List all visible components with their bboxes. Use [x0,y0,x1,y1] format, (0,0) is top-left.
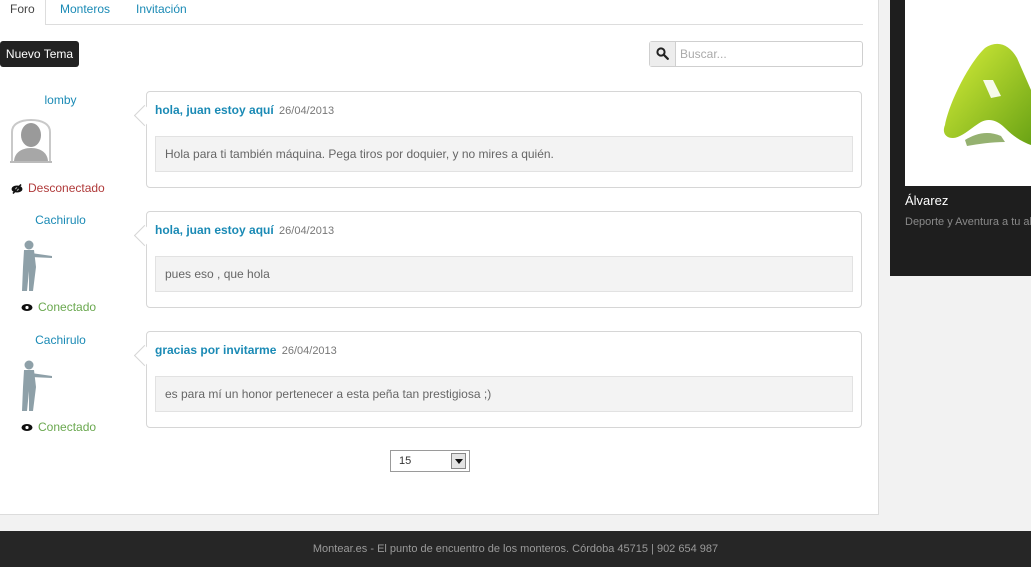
sponsor-title[interactable]: Álvarez [905,193,948,208]
per-page-value: 15 [399,455,412,467]
search-button[interactable] [650,42,676,66]
footer: Montear.es - El punto de encuentro de lo… [0,531,1031,567]
post-title[interactable]: gracias por invitarme 26/04/2013 [155,343,337,357]
search-icon [656,47,669,60]
sponsor-subtitle: Deporte y Aventura a tu al [905,216,1031,228]
post-date: 26/04/2013 [279,105,335,117]
status-indicator: Conectado [21,420,96,434]
post-bubble: gracias por invitarme 26/04/2013 es para… [133,331,862,428]
post-title-text[interactable]: hola, juan estoy aquí [155,223,274,237]
post-title[interactable]: hola, juan estoy aquí 26/04/2013 [155,103,334,117]
new-topic-button[interactable]: Nuevo Tema [0,41,79,67]
status-indicator: Conectado [21,300,96,314]
forum-post: Cachirulo Conectado gracias por invitarm… [0,331,870,441]
post-body: Hola para ti también máquina. Pega tiros… [155,136,853,172]
search-input[interactable] [676,42,860,66]
status-indicator: Desconectado [11,181,105,195]
forum-post: Cachirulo Conectado hola, juan estoy aqu… [0,211,870,321]
status-text: Conectado [38,300,97,314]
author-name[interactable]: Cachirulo [0,213,121,227]
eye-icon [21,304,33,312]
post-bubble: hola, juan estoy aquí 26/04/2013 Hola pa… [133,91,862,188]
footer-text: Montear.es - El punto de encuentro de lo… [312,543,719,555]
post-body: es para mí un honor pertenecer a esta pe… [155,376,853,412]
hunter-silhouette [22,240,52,291]
post-title[interactable]: hola, juan estoy aquí 26/04/2013 [155,223,334,237]
eye-icon [21,424,33,432]
search-box [649,41,863,67]
post-body: pues eso , que hola [155,256,853,292]
tab-monteros[interactable]: Monteros [60,0,110,24]
hunter-silhouette [22,360,52,411]
post-title-text[interactable]: hola, juan estoy aquí [155,103,274,117]
tab-bar: Foro Monteros Invitación [0,0,863,25]
select-arrow[interactable] [451,453,466,469]
sponsor-panel: Álvarez Deporte y Aventura a tu al [890,0,1031,276]
post-date: 26/04/2013 [281,345,337,357]
author-name[interactable]: lomby [0,93,121,107]
tab-foro[interactable]: Foro [0,0,46,25]
chevron-down-icon [455,459,463,464]
eye-slash-icon [11,183,23,194]
forum-panel: Foro Monteros Invitación Nuevo Tema lomb… [0,0,879,515]
bubble-arrow [133,224,156,247]
green-a-logo [943,43,1031,146]
bubble-arrow [133,104,156,127]
post-bubble: hola, juan estoy aquí 26/04/2013 pues es… [133,211,862,308]
post-date: 26/04/2013 [279,225,335,237]
status-text: Desconectado [28,181,105,195]
forum-post: lomby Desconectado hola, juan estoy aquí… [0,91,870,201]
tab-invitacion[interactable]: Invitación [136,0,187,24]
sponsor-banner[interactable] [905,0,1031,186]
per-page-select[interactable]: 15 [390,450,470,472]
status-text: Conectado [38,420,97,434]
author-name[interactable]: Cachirulo [0,333,121,347]
post-title-text[interactable]: gracias por invitarme [155,343,276,357]
bubble-arrow [133,344,156,367]
default-avatar [10,118,52,163]
